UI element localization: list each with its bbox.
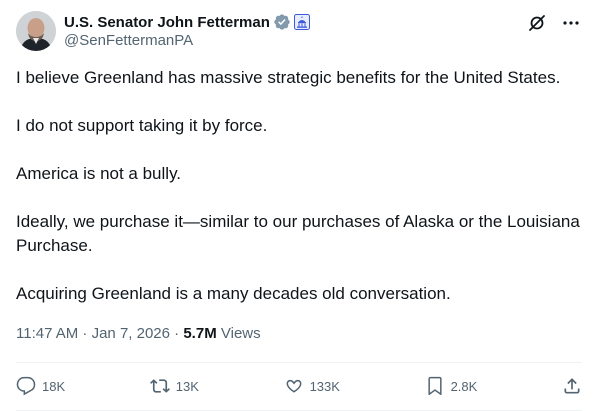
- bookmark-count: 2.8K: [450, 378, 478, 394]
- reply-button[interactable]: 18K: [16, 376, 65, 396]
- author-display-name[interactable]: U.S. Senator John Fetterman: [64, 14, 270, 31]
- author-name-row: U.S. Senator John Fetterman: [64, 12, 310, 32]
- bookmark-icon: [427, 376, 442, 395]
- reply-icon: [16, 376, 36, 396]
- verified-badge-icon: [273, 13, 291, 31]
- avatar[interactable]: [16, 11, 56, 51]
- grok-icon[interactable]: [526, 12, 548, 34]
- tweet-paragraph: I do not support taking it by force.: [16, 116, 268, 135]
- tweet-paragraph: America is not a bully.: [16, 164, 182, 183]
- capitol-icon: [293, 14, 310, 30]
- tweet-meta: 11:47 AM · Jan 7, 2026 · 5.7M Views: [16, 325, 261, 342]
- like-count: 133K: [309, 378, 340, 394]
- tweet-paragraph: Ideally, we purchase it—similar to our p…: [16, 212, 580, 255]
- tweet-action-bar: 18K 13K 133K 2.8K: [16, 372, 582, 400]
- heart-icon: [286, 379, 301, 393]
- bookmark-button[interactable]: 2.8K: [425, 376, 478, 396]
- tweet-top-actions: [526, 12, 582, 34]
- more-icon[interactable]: [560, 12, 582, 34]
- reply-count: 18K: [42, 378, 66, 394]
- views-count: 5.7M: [183, 325, 217, 342]
- repost-button[interactable]: 13K: [149, 376, 199, 396]
- avatar-image: [16, 11, 56, 51]
- share-button[interactable]: [562, 376, 582, 396]
- tweet-paragraph: Acquiring Greenland is a many decades ol…: [16, 284, 451, 303]
- like-button[interactable]: 133K: [284, 376, 340, 396]
- share-icon: [564, 378, 580, 394]
- views-label: Views: [220, 325, 261, 342]
- repost-icon: [149, 379, 170, 393]
- tweet-paragraph: I believe Greenland has massive strategi…: [16, 68, 561, 87]
- meta-separator: ·: [174, 325, 180, 342]
- tweet-timestamp[interactable]: 11:47 AM · Jan 7, 2026: [16, 325, 170, 342]
- author-handle[interactable]: @SenFettermanPA: [64, 32, 193, 49]
- tweet-card: U.S. Senator John Fetterman @SenFetterma…: [0, 0, 598, 411]
- repost-count: 13K: [175, 378, 199, 394]
- divider: [16, 362, 582, 363]
- tweet-text: I believe Greenland has massive strategi…: [16, 66, 586, 306]
